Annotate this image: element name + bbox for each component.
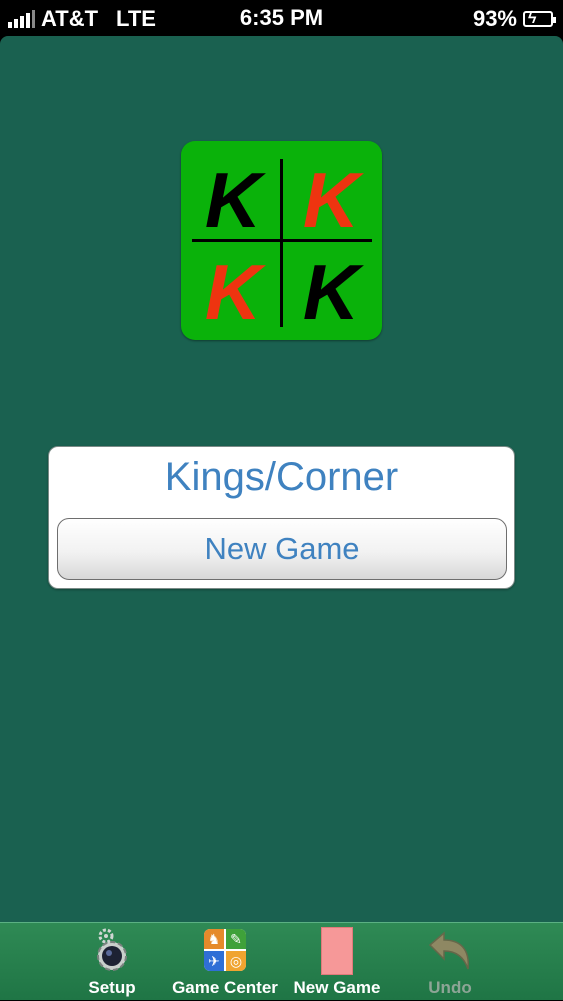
toolbar-item-setup[interactable]: Setup [72,923,152,1001]
status-bar: AT&T LTE 6:35 PM 93% ϟ [0,0,563,36]
toolbar-label-new-game: New Game [293,978,381,997]
app-logo: K K K K [181,141,382,340]
new-game-button[interactable]: New Game [57,518,507,580]
bottom-toolbar: Setup ♞ ✎ ✈ ◎ Game Center New Game Undo [0,922,563,1000]
battery-icon: ϟ [523,10,556,27]
toolbar-item-new-game[interactable]: New Game [288,923,386,1001]
toolbar-label-game-center: Game Center [172,978,278,997]
battery-percent: 93% [472,6,517,31]
logo-letter-top-left: K [204,156,262,244]
card-back-icon [321,927,353,975]
logo-letter-top-right: K [302,156,360,244]
game-table: K K K K Kings/Corner New Game [0,36,563,922]
game-center-icon: ♞ ✎ ✈ ◎ [204,929,246,971]
status-right: 93% ϟ [472,6,556,32]
logo-vertical-divider [280,159,283,327]
toolbar-label-undo: Undo [428,978,472,997]
toolbar-item-game-center[interactable]: ♞ ✎ ✈ ◎ Game Center [165,923,285,1001]
undo-arrow-icon [428,931,469,970]
toolbar-item-undo[interactable]: Undo [410,923,490,1001]
logo-letter-bottom-right: K [302,248,360,336]
game-title: Kings/Corner [164,455,399,499]
gear-icon [97,928,127,971]
toolbar-label-setup: Setup [88,978,136,997]
game-selection-card: Kings/Corner New Game [48,446,515,589]
logo-letter-bottom-left: K [204,248,262,336]
